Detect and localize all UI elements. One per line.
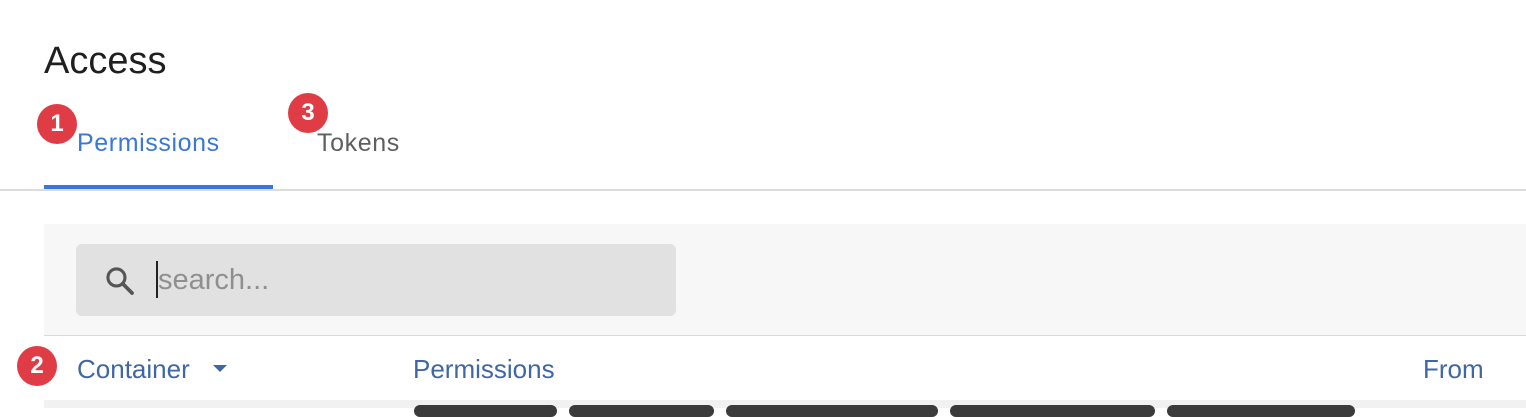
tab-permissions[interactable]: Permissions [77,126,220,160]
tab-tokens[interactable]: Tokens [317,126,400,160]
annotation-badge-3: 3 [288,93,328,133]
search-input[interactable] [158,256,658,304]
permission-chip [950,405,1155,417]
search-icon [106,267,134,295]
column-header-permissions: Permissions [413,354,555,384]
table-header-divider [44,335,1526,336]
permission-chip [569,405,714,417]
column-header-from: From [1423,354,1484,384]
permission-chip [1167,405,1355,417]
permission-chip [414,405,557,417]
permission-chip [726,405,938,417]
annotation-badge-1: 1 [37,104,77,144]
tabs-divider [0,189,1526,191]
page-title: Access [44,40,167,82]
annotation-badge-2: 2 [17,346,57,386]
caret-down-icon[interactable] [213,365,227,372]
column-header-container[interactable]: Container [77,352,190,386]
